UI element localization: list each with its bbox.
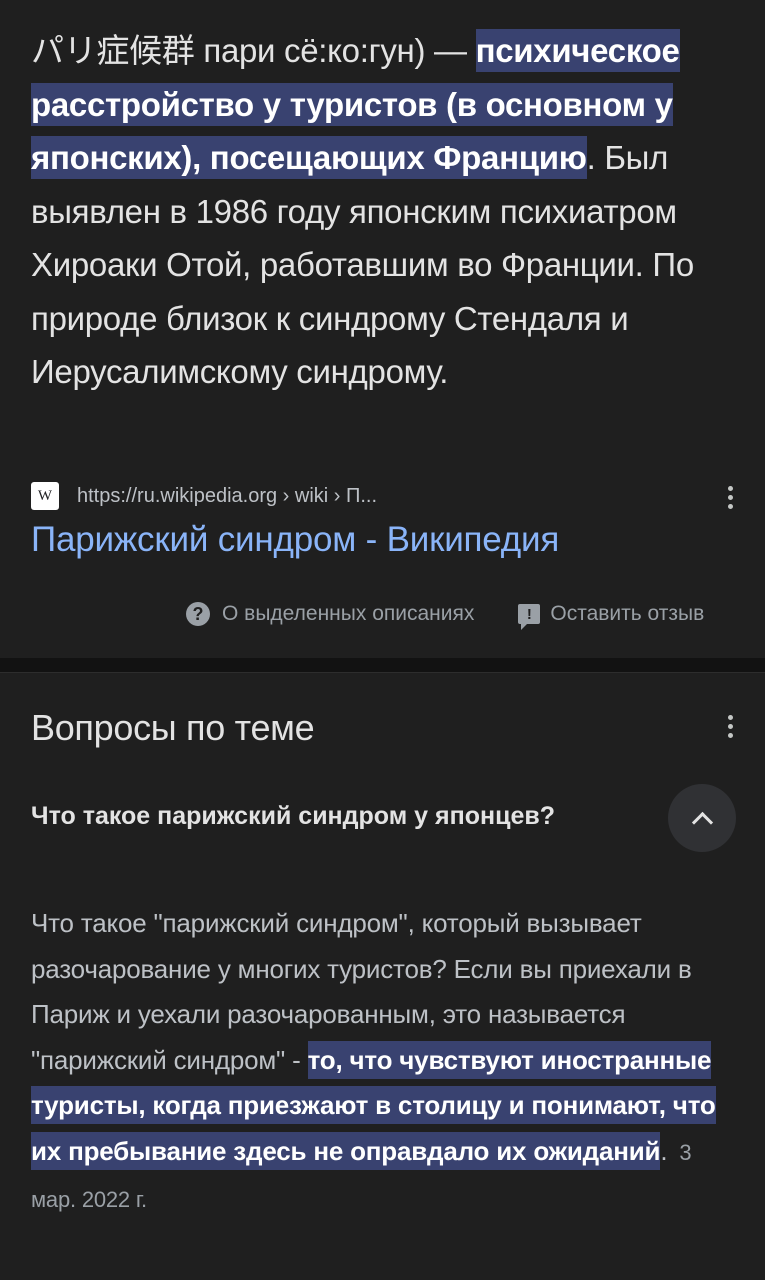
- section-title: Вопросы по теме: [31, 707, 315, 748]
- related-question[interactable]: Что такое парижский синдром у японцев?: [31, 802, 555, 831]
- feedback-link[interactable]: Оставить отзыв: [550, 602, 704, 626]
- more-vert-icon[interactable]: [725, 486, 735, 516]
- answer-text-after: .: [660, 1135, 668, 1166]
- source-url[interactable]: https://ru.wikipedia.org › wiki › П...: [77, 485, 377, 508]
- wikipedia-favicon-icon: W: [31, 482, 59, 510]
- source-row[interactable]: W https://ru.wikipedia.org › wiki › П...: [31, 481, 377, 511]
- collapse-button[interactable]: [668, 784, 736, 852]
- chevron-up-icon: [691, 811, 714, 834]
- snippet-footer: ? О выделенных описаниях ! Оставить отзы…: [186, 598, 736, 630]
- help-circle-icon[interactable]: ?: [186, 602, 210, 626]
- snippet-text-before: パリ症候群 пари сё:ко:гун) —: [31, 32, 476, 69]
- feedback-icon[interactable]: !: [518, 604, 541, 630]
- about-snippets-link[interactable]: О выделенных описаниях: [222, 602, 474, 626]
- result-title-link[interactable]: Парижский синдром - Википедия: [31, 520, 559, 560]
- more-vert-icon[interactable]: [725, 715, 735, 745]
- related-answer: Что такое "парижский синдром", который в…: [31, 901, 731, 1222]
- section-divider: [0, 658, 765, 673]
- related-questions-card: Вопросы по теме Что такое парижский синд…: [0, 673, 765, 1280]
- featured-snippet-text: パリ症候群 пари сё:ко:гун) — психическое расс…: [31, 24, 741, 399]
- featured-snippet-card: パリ症候群 пари сё:ко:гун) — психическое расс…: [0, 0, 765, 658]
